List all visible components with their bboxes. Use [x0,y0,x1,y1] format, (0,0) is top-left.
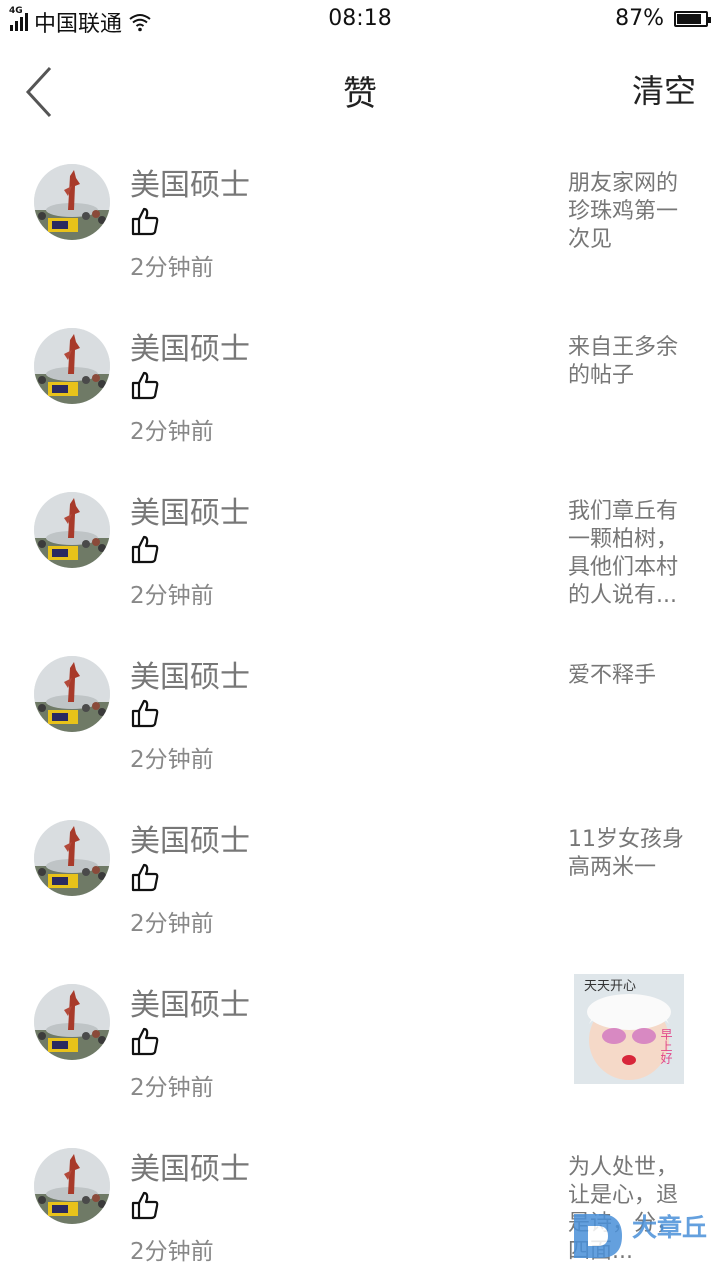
user-name[interactable]: 美国硕士 [130,160,250,204]
avatar[interactable] [34,984,110,1060]
battery-percent: 87% [615,6,664,31]
thumbs-up-icon [131,207,159,236]
like-item[interactable]: 美国硕士 2分钟前 11岁女孩身高两米一 [0,786,720,950]
thumbs-up-icon [131,699,159,728]
avatar[interactable] [34,328,110,404]
avatar-image [34,164,110,240]
thumbs-up-icon [131,535,159,564]
avatar[interactable] [34,656,110,732]
like-time: 2分钟前 [130,1239,214,1265]
user-name[interactable]: 美国硕士 [130,1144,250,1188]
post-preview-text: 11岁女孩身高两米一 [568,827,684,880]
like-item[interactable]: 美国硕士 2分钟前 我们章丘有一颗柏树，具他们本村的人说有... [0,458,720,622]
like-time: 2分钟前 [130,583,214,609]
post-thumbnail: 天天开心 早上好 [574,974,684,1084]
like-indicator [130,862,160,892]
clear-button[interactable]: 清空 [632,66,696,112]
avatar[interactable] [34,492,110,568]
battery-icon [674,10,711,27]
avatar-image [34,984,110,1060]
avatar[interactable] [34,820,110,896]
user-name[interactable]: 美国硕士 [130,980,250,1024]
like-indicator [130,370,160,400]
avatar-image [34,820,110,896]
like-time: 2分钟前 [130,1075,214,1101]
user-name[interactable]: 美国硕士 [130,816,250,860]
user-name[interactable]: 美国硕士 [130,324,250,368]
like-indicator [130,698,160,728]
thumbnail-caption: 早上好 [659,1028,673,1065]
thumbs-up-icon [131,1027,159,1056]
status-bar: 4G 中国联通 08:18 87% [0,0,720,38]
thumbs-up-icon [131,863,159,892]
avatar[interactable] [34,1148,110,1224]
thumbs-up-icon [131,371,159,400]
like-item[interactable]: 美国硕士 2分钟前 朋友家网的珍珠鸡第一次见 [0,130,720,294]
chevron-left-icon [25,66,52,118]
nav-bar: 赞 清空 [0,50,720,124]
like-item[interactable]: 美国硕士 2分钟前 天天开心 早上好 [0,950,720,1114]
back-button[interactable] [18,58,68,118]
like-indicator [130,206,160,236]
like-time: 2分钟前 [130,255,214,281]
user-name[interactable]: 美国硕士 [130,652,250,696]
avatar-image [34,656,110,732]
like-indicator [130,1190,160,1220]
likes-list: 美国硕士 2分钟前 朋友家网的珍珠鸡第一次见 美国硕士 2分钟前 来自王多余的帖… [0,130,720,1278]
thumbs-up-icon [131,1191,159,1220]
thumbnail-caption: 天天开心 [584,979,636,994]
like-item[interactable]: 美国硕士 2分钟前 来自王多余的帖子 [0,294,720,458]
post-preview-text: 我们章丘有一颗柏树，具他们本村的人说有... [568,499,679,608]
avatar-image [34,1148,110,1224]
user-name[interactable]: 美国硕士 [130,488,250,532]
post-preview-text: 为人处世，让是心，退是诗，分，四面... [568,1155,679,1264]
battery-fill [677,13,702,24]
like-indicator [130,1026,160,1056]
like-time: 2分钟前 [130,747,214,773]
post-preview-text: 来自王多余的帖子 [568,335,679,388]
like-indicator [130,534,160,564]
avatar-image [34,492,110,568]
like-item[interactable]: 美国硕士 2分钟前 爱不释手 [0,622,720,786]
avatar-image [34,328,110,404]
post-preview-text: 爱不释手 [568,663,657,688]
page-title: 赞 [343,74,377,114]
like-time: 2分钟前 [130,911,214,937]
like-item[interactable]: 美国硕士 2分钟前 为人处世，让是心，退是诗，分，四面... [0,1114,720,1278]
like-time: 2分钟前 [130,419,214,445]
avatar[interactable] [34,164,110,240]
clock: 08:18 [328,6,392,31]
post-preview-text: 朋友家网的珍珠鸡第一次见 [568,171,679,252]
